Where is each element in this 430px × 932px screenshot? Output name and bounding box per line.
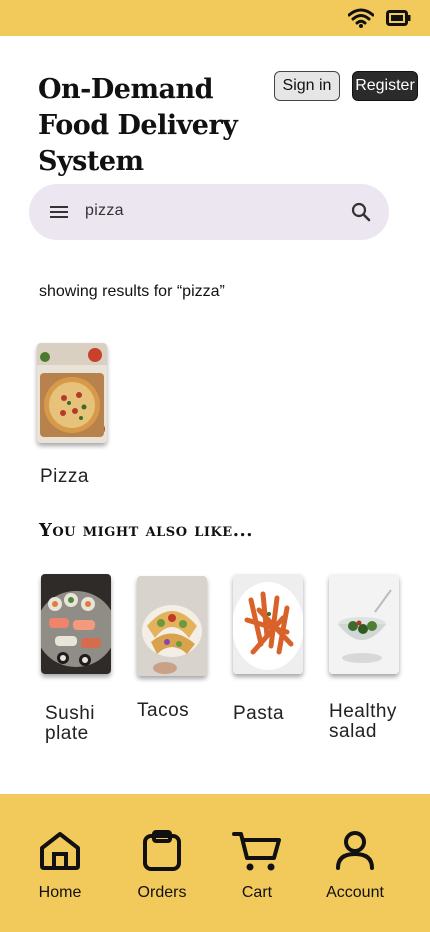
pizza-label[interactable]: Pizza	[40, 467, 89, 487]
search-input[interactable]: pizza	[85, 202, 124, 220]
sushi-plate-image[interactable]	[41, 574, 111, 674]
tacos-label[interactable]: Tacos	[137, 701, 189, 721]
pasta-label[interactable]: Pasta	[233, 704, 284, 724]
nav-cart[interactable]: Cart	[217, 794, 297, 932]
results-label: showing results for “pizza”	[39, 283, 225, 300]
pasta-image[interactable]	[233, 574, 303, 674]
healthy-salad-image[interactable]	[329, 574, 399, 674]
pizza-image[interactable]	[37, 343, 107, 443]
menu-icon[interactable]	[47, 200, 71, 224]
search-icon[interactable]	[349, 200, 373, 224]
healthy-salad-label[interactable]: Healthy salad	[329, 702, 419, 742]
section-title: You might also like...	[39, 520, 254, 541]
tacos-image[interactable]	[137, 576, 207, 676]
user-icon	[336, 831, 374, 870]
home-icon	[40, 832, 80, 870]
search-bar[interactable]: pizza	[29, 184, 389, 240]
nav-orders[interactable]: Orders	[122, 794, 202, 932]
cart-icon	[232, 832, 281, 871]
register-button[interactable]: Register	[352, 71, 418, 101]
page-title: On-Demand Food Delivery System	[38, 74, 238, 177]
nav-cart-label: Cart	[241, 884, 273, 901]
nav-account[interactable]: Account	[310, 794, 400, 932]
sign-in-button[interactable]: Sign in	[274, 71, 340, 101]
clipboard-icon	[143, 830, 181, 871]
battery-icon	[386, 10, 411, 26]
nav-home-label: Home	[38, 884, 82, 901]
nav-account-label: Account	[326, 884, 384, 901]
nav-orders-label: Orders	[137, 884, 187, 901]
wifi-icon	[348, 8, 374, 28]
nav-home[interactable]: Home	[20, 794, 100, 932]
sushi-plate-label[interactable]: Sushi plate	[45, 704, 115, 744]
bottom-nav: Home Orders Cart Account	[0, 794, 430, 932]
status-bar	[0, 0, 430, 36]
